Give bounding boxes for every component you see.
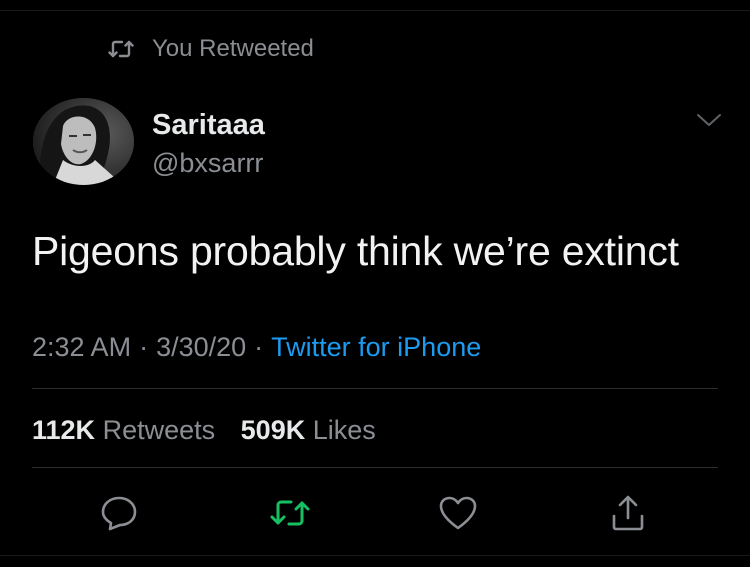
tweet-source-link[interactable]: Twitter for iPhone (271, 332, 481, 362)
retweet-icon (108, 38, 134, 60)
heart-icon (438, 495, 478, 531)
retweet-button[interactable] (268, 491, 312, 535)
tweet-stats: 112K Retweets 509K Likes (32, 413, 394, 447)
likes-label: Likes (312, 415, 376, 445)
like-button[interactable] (436, 491, 480, 535)
chevron-down-icon[interactable] (695, 111, 723, 129)
likes-stat[interactable]: 509K Likes (241, 415, 376, 445)
retweets-stat[interactable]: 112K Retweets (32, 415, 215, 445)
likes-count: 509K (240, 415, 306, 445)
meta-separator: · (139, 332, 149, 362)
share-icon (609, 494, 647, 532)
tweet-text: Pigeons probably think we’re extinct (32, 228, 679, 274)
display-name[interactable]: Saritaaa (152, 108, 265, 142)
meta-separator: · (254, 332, 264, 362)
divider (32, 388, 718, 389)
reply-button[interactable] (97, 491, 141, 535)
bottom-divider (0, 555, 750, 556)
divider (32, 467, 718, 468)
author-info[interactable]: Saritaaa @bxsarrr (152, 108, 265, 180)
top-divider (0, 0, 750, 11)
retweet-icon (269, 496, 311, 530)
avatar[interactable] (33, 98, 134, 185)
retweet-context[interactable]: You Retweeted (108, 34, 314, 64)
tweet-date: 3/30/20 (156, 332, 247, 362)
retweet-context-label: You Retweeted (152, 35, 314, 62)
tweet-meta: 2:32 AM · 3/30/20 · Twitter for iPhone (32, 330, 481, 364)
tweet-time: 2:32 AM (32, 332, 132, 362)
retweets-label: Retweets (102, 415, 216, 445)
user-handle[interactable]: @bxsarrr (152, 146, 265, 180)
share-button[interactable] (606, 491, 650, 535)
reply-icon (100, 495, 138, 531)
retweets-count: 112K (32, 415, 96, 445)
